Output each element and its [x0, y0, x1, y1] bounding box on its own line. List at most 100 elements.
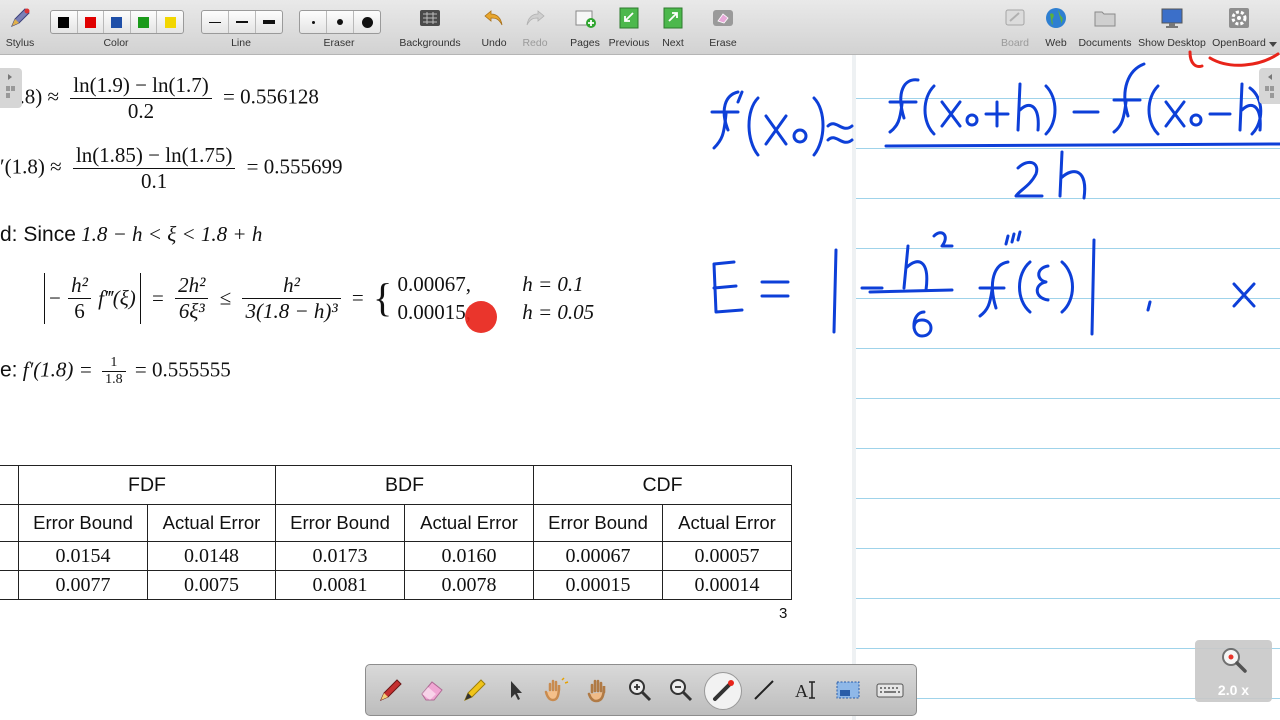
- color-label: Color: [103, 37, 129, 49]
- previous-label: Previous: [608, 37, 650, 49]
- table-subheader: Error Bound: [275, 504, 405, 542]
- svg-text:2h: 2h: [236, 55, 252, 57]
- bound-term3-den: 3(1.8 − h)³: [242, 297, 341, 324]
- eq2-result: = 0.555699: [246, 154, 343, 179]
- zoom-in-icon[interactable]: [626, 676, 654, 704]
- table-cell: 0.00067: [533, 541, 663, 571]
- monitor-icon: [1161, 8, 1183, 28]
- ruled-line: [856, 448, 1280, 449]
- gear-icon: [1229, 8, 1249, 28]
- magnifier-icon: [1222, 648, 1247, 673]
- redo-button[interactable]: Redo: [517, 0, 553, 54]
- hand-pan-icon[interactable]: [584, 676, 612, 704]
- case2-value: 0.00015,: [397, 300, 471, 324]
- true-value-den: 1.8: [102, 371, 126, 388]
- bound-term2-num: 2h²: [178, 272, 206, 297]
- stylus-button[interactable]: Stylus: [0, 0, 40, 54]
- ruled-line: [856, 398, 1280, 399]
- bound-term1-den: 6: [68, 297, 91, 324]
- laser-pointer-button[interactable]: [704, 672, 742, 710]
- pen-tool-icon[interactable]: [376, 676, 404, 704]
- eq1-numerator: ln(1.9) − ln(1.7): [73, 73, 209, 97]
- zoom-level-label: 2.0 x: [1217, 682, 1250, 698]
- folder-icon: [1094, 11, 1116, 27]
- keyboard-icon[interactable]: [876, 676, 904, 704]
- table-cell: 0.0148: [147, 541, 276, 571]
- cdf-estimate-h01: (1.8) ≈ ln(1.9) − ln(1.7) 0.2 = 0.556128: [2, 73, 319, 124]
- abs-value-term: − h² 6 f‴(ξ): [44, 272, 141, 324]
- true-value-expr: f′(1.8) =: [22, 357, 93, 382]
- table-subheader: Error Bound: [18, 504, 148, 542]
- globe-icon: [1046, 8, 1066, 28]
- bound-term3-num: h²: [283, 272, 300, 297]
- handwritten-ink-layer: [710, 50, 1280, 338]
- table-subheader: Actual Error: [147, 504, 276, 542]
- bound-term1-fraction: h² 6: [68, 273, 91, 324]
- page-thumbnails-icon: [6, 74, 15, 98]
- marker-tool-icon[interactable]: [460, 676, 488, 704]
- cases-brace: {: [373, 275, 393, 320]
- selector-arrow-icon[interactable]: [502, 676, 530, 704]
- next-page-button[interactable]: Next: [655, 0, 691, 54]
- fdf-header: FDF: [18, 465, 276, 505]
- svg-text:2h: 2h: [512, 55, 528, 57]
- pages-button[interactable]: Pages: [566, 0, 604, 54]
- text-tool-icon[interactable]: A: [792, 676, 820, 704]
- table-row: 0.0154 0.0148 0.0173 0.0160 0.00067 0.00…: [0, 541, 792, 571]
- bdf-header: BDF: [275, 465, 534, 505]
- error-bound-expression: − h² 6 f‴(ξ) = 2h² 6ξ³ ≤ h² 3(1.8 − h)³ …: [44, 270, 594, 334]
- bound-intro-line: d: Since 1.8 − h < ξ < 1.8 + h: [0, 222, 262, 247]
- bound-term2-den: 6ξ³: [175, 297, 209, 324]
- table-cell: 0.0081: [275, 570, 405, 600]
- eq2-fraction: ln(1.85) − ln(1.75) 0.1: [72, 143, 236, 194]
- true-value-result: = 0.555555: [134, 357, 231, 382]
- bound-term3-fraction: h² 3(1.8 − h)³: [242, 272, 341, 324]
- board-icon: [1005, 9, 1025, 26]
- cdf-header: CDF: [533, 465, 792, 505]
- undo-button[interactable]: Undo: [476, 0, 512, 54]
- true-value-num: 1: [110, 355, 118, 370]
- case2-condition: h = 0.05: [522, 300, 595, 324]
- previous-page-icon: [619, 7, 639, 29]
- undo-label: Undo: [481, 37, 507, 49]
- table-row: 0.0077 0.0075 0.0081 0.0078 0.00015 0.00…: [0, 570, 792, 600]
- color-group: Color: [50, 0, 182, 54]
- play-hand-icon[interactable]: [542, 676, 570, 704]
- eq1-fraction: ln(1.9) − ln(1.7) 0.2: [70, 73, 212, 124]
- table-subheader: Actual Error: [404, 504, 534, 542]
- left-panel-handle[interactable]: [0, 68, 22, 108]
- true-value-line: e: f′(1.8) = 1 1.8 = 0.555555: [0, 355, 231, 388]
- table-cell: 0.0160: [404, 541, 534, 571]
- true-value-fraction: 1 1.8: [102, 355, 126, 388]
- erase-icon: [713, 10, 733, 26]
- capture-tool-icon[interactable]: [834, 676, 862, 704]
- previous-page-button[interactable]: Previous: [607, 0, 651, 54]
- eraser-label: Eraser: [323, 37, 355, 49]
- table-row-label-cell: [0, 541, 19, 571]
- stylus-label: Stylus: [5, 37, 35, 49]
- table-subheader: Actual Error: [662, 504, 792, 542]
- bound-term2-fraction: 2h² 6ξ³: [175, 272, 209, 324]
- bound-term1-tail: f‴(ξ): [98, 285, 136, 310]
- redo-label: Redo: [522, 37, 548, 49]
- case1-value: 0.00067,: [397, 272, 471, 296]
- zoom-widget[interactable]: 2.0 x: [1195, 640, 1272, 702]
- right-panel-handle[interactable]: [1259, 68, 1280, 104]
- eq1-result: = 0.556128: [223, 84, 319, 109]
- stylus-palette: A: [365, 664, 917, 716]
- add-page-icon: [575, 10, 596, 28]
- next-label: Next: [662, 37, 684, 49]
- backgrounds-button[interactable]: Backgrounds: [398, 0, 462, 54]
- undo-icon: [484, 10, 503, 26]
- ruled-line: [856, 548, 1280, 549]
- ruled-line: [856, 498, 1280, 499]
- table-cell: 0.00015: [533, 570, 663, 600]
- eraser-tool-icon[interactable]: [418, 676, 446, 704]
- line-tool-icon[interactable]: [750, 676, 778, 704]
- table-subheader: Error Bound: [533, 504, 663, 542]
- table-cell: 0.0078: [404, 570, 534, 600]
- zoom-out-icon[interactable]: [667, 676, 695, 704]
- line-label: Line: [231, 37, 251, 49]
- laser-pointer-dot: [465, 301, 497, 333]
- table-subheader-row: Error Bound Actual Error Error Bound Act…: [0, 504, 792, 542]
